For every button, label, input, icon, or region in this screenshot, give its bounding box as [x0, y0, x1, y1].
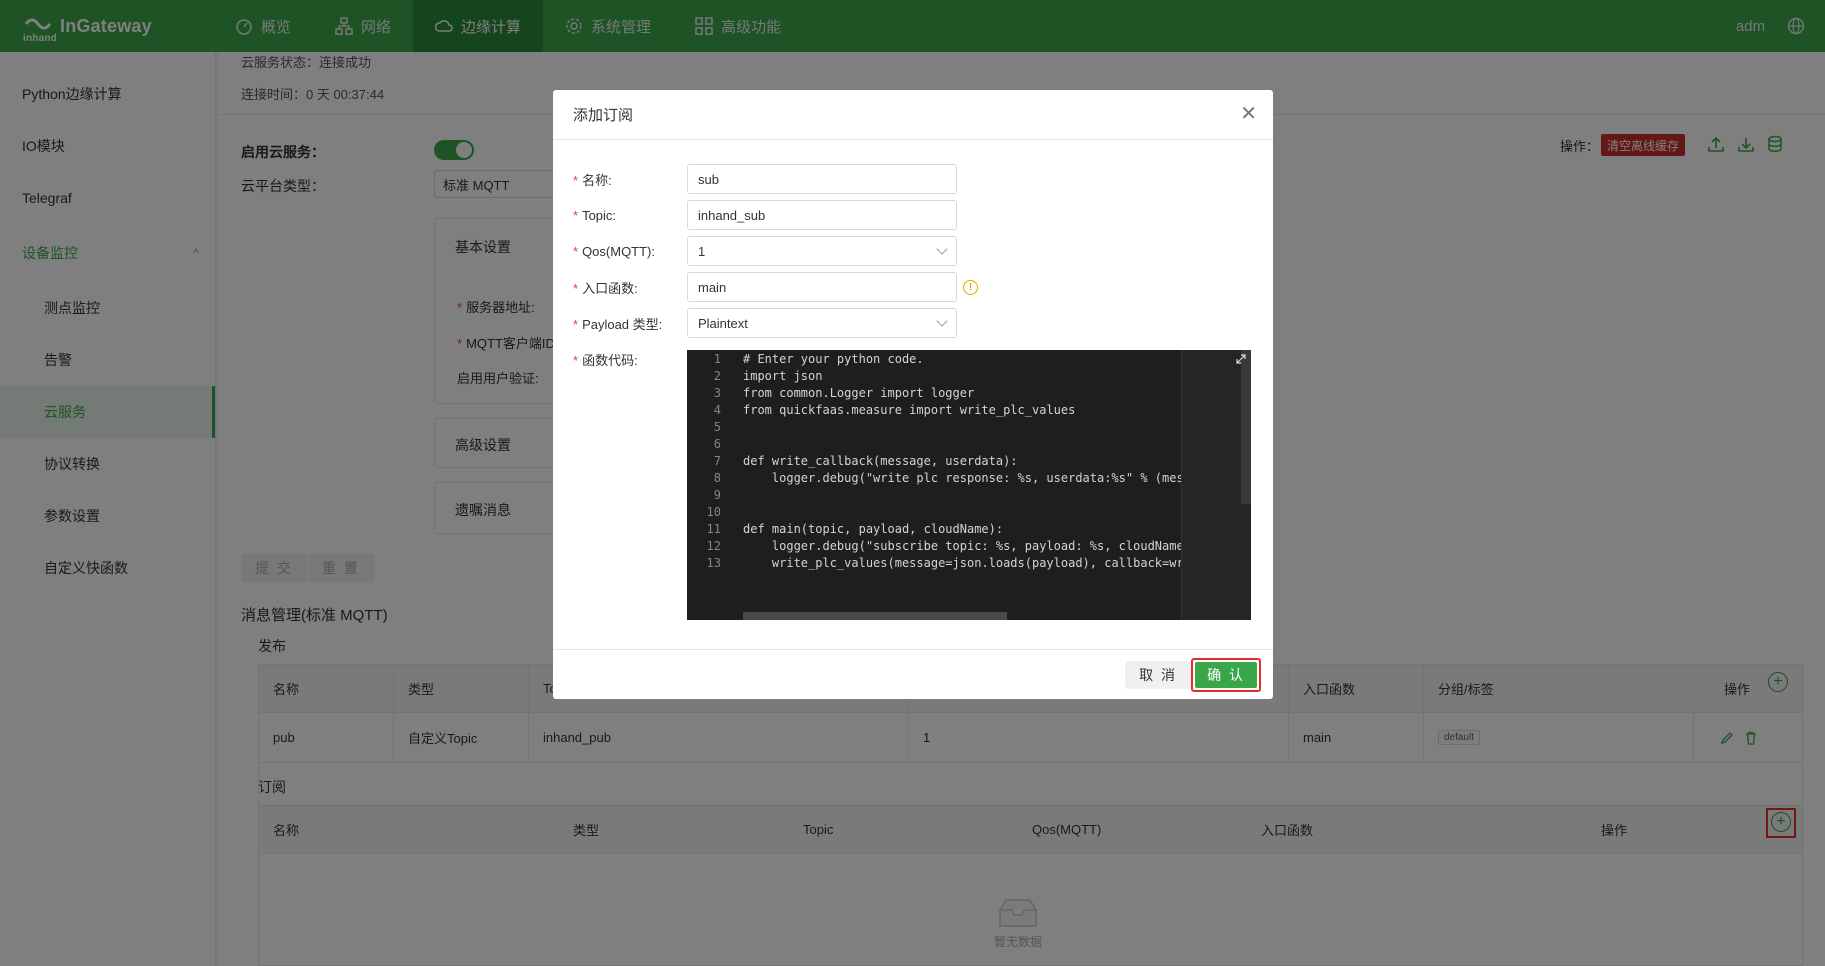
- code-scrollbar[interactable]: [1241, 350, 1251, 504]
- code-line: 5: [687, 419, 1251, 436]
- code-minimap[interactable]: [1181, 350, 1251, 620]
- confirm-button[interactable]: 确 认: [1195, 662, 1257, 688]
- code-line: 6: [687, 436, 1251, 453]
- line-content: [721, 487, 743, 504]
- expand-icon[interactable]: [1235, 353, 1247, 365]
- line-number: 7: [713, 454, 721, 468]
- modal-footer: 取 消 确 认: [553, 649, 1273, 699]
- modal-title: 添加订阅: [573, 107, 634, 124]
- code-line: 12 logger.debug("subscribe topic: %s, pa…: [687, 538, 1251, 555]
- info-icon[interactable]: !: [963, 279, 978, 295]
- line-number: 5: [713, 420, 721, 434]
- line-number: 11: [706, 522, 721, 536]
- line-content: logger.debug("write plc response: %s, us…: [743, 471, 1184, 485]
- code-line: 7 def write_callback(message, userdata):: [687, 453, 1251, 470]
- name-input[interactable]: sub: [687, 164, 957, 194]
- code-line: 13 write_plc_values(message=json.loads(p…: [687, 555, 1251, 572]
- line-number: 4: [713, 403, 721, 417]
- topic-input[interactable]: inhand_sub: [687, 200, 957, 230]
- line-number: 12: [706, 539, 721, 553]
- cancel-button[interactable]: 取 消: [1125, 661, 1191, 689]
- code-row: * 函数代码:: [573, 352, 638, 368]
- close-icon[interactable]: ✕: [1240, 104, 1257, 124]
- line-content: from common.Logger import logger: [743, 386, 975, 400]
- payload-type-select[interactable]: Plaintext: [687, 308, 957, 338]
- line-number: 6: [713, 437, 721, 451]
- name-row: * 名称: sub: [573, 164, 957, 194]
- topic-row: * Topic: inhand_sub: [573, 200, 957, 230]
- code-horizontal-scrollbar[interactable]: [743, 612, 1007, 620]
- line-content: [721, 436, 743, 453]
- line-number: 3: [713, 386, 721, 400]
- line-content: from quickfaas.measure import write_plc_…: [743, 403, 1076, 417]
- line-number: 13: [706, 556, 721, 570]
- line-content: write_plc_values(message=json.loads(payl…: [743, 556, 1191, 570]
- add-subscription-modal: 添加订阅 ✕ * 名称: sub * Topic: inhand_sub * Qos(…: [553, 90, 1273, 699]
- modal-header: 添加订阅 ✕: [553, 90, 1273, 140]
- code-editor[interactable]: 1 # Enter your python code. 2 import json 3 f…: [687, 350, 1251, 620]
- code-line: 2 import json: [687, 368, 1251, 385]
- chevron-down-icon: [936, 315, 948, 327]
- code-line: 8 logger.debug("write plc response: %s, …: [687, 470, 1251, 487]
- code-line: 9: [687, 487, 1251, 504]
- entry-function-row: * 入口函数: main !: [573, 272, 978, 302]
- line-number: 8: [713, 471, 721, 485]
- qos-row: * Qos(MQTT): 1: [573, 236, 957, 266]
- line-content: logger.debug("subscribe topic: %s, paylo…: [743, 539, 1184, 553]
- qos-select[interactable]: 1: [687, 236, 957, 266]
- code-line: 3 from common.Logger import logger: [687, 385, 1251, 402]
- line-content: import json: [743, 369, 823, 383]
- code-line: 4 from quickfaas.measure import write_plc…: [687, 402, 1251, 419]
- code-line: 11 def main(topic, payload, cloudName):: [687, 521, 1251, 538]
- line-number: 10: [706, 505, 721, 519]
- code-line: 10: [687, 504, 1251, 521]
- line-content: def main(topic, payload, cloudName):: [743, 522, 1004, 536]
- line-number: 9: [713, 488, 721, 502]
- confirm-button-highlight: 确 认: [1191, 658, 1261, 692]
- line-content: # Enter your python code.: [743, 352, 924, 366]
- line-number: 1: [713, 352, 721, 366]
- code-line: 1 # Enter your python code.: [687, 351, 1251, 368]
- line-content: def write_callback(message, userdata):: [743, 454, 1018, 468]
- line-number: 2: [713, 369, 721, 383]
- chevron-down-icon: [936, 243, 948, 255]
- line-content: [721, 419, 743, 436]
- payload-type-row: * Payload 类型: Plaintext: [573, 308, 957, 338]
- entry-function-input[interactable]: main: [687, 272, 957, 302]
- line-content: [721, 504, 743, 521]
- code-lines: 1 # Enter your python code. 2 import json 3 f…: [687, 350, 1251, 572]
